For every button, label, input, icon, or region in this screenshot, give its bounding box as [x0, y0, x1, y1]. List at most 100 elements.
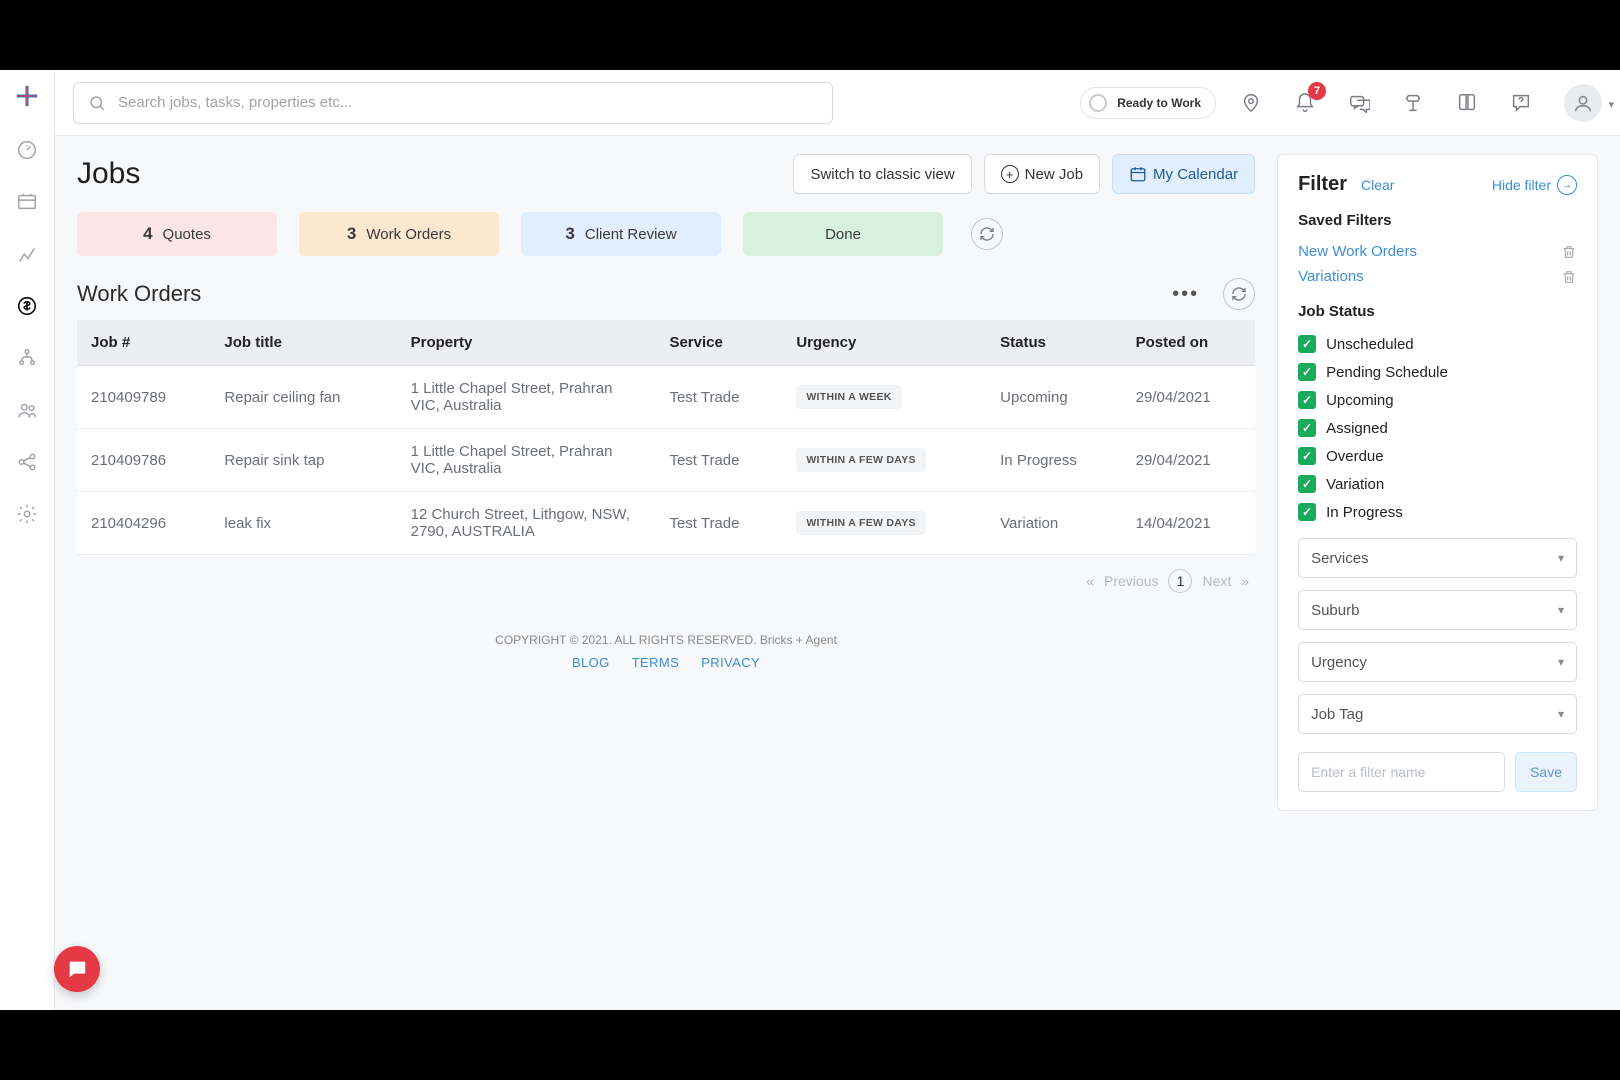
- cell-job-title: leak fix: [210, 492, 396, 555]
- saved-filters-heading: Saved Filters: [1298, 212, 1577, 229]
- status-checkbox-row[interactable]: ✓Upcoming: [1298, 386, 1577, 414]
- col-job-no[interactable]: Job #: [77, 320, 210, 366]
- tabs: 4Quotes 3Work Orders 3Client Review Done: [77, 212, 1255, 256]
- checkbox-checked-icon: ✓: [1298, 475, 1316, 493]
- cell-property: 1 Little Chapel Street, Prahran VIC, Aus…: [397, 366, 656, 429]
- urgency-dropdown[interactable]: Urgency▾: [1298, 642, 1577, 682]
- knowledge-icon[interactable]: [1448, 84, 1486, 122]
- save-filter-button[interactable]: Save: [1515, 752, 1577, 792]
- tab-work-orders[interactable]: 3Work Orders: [299, 212, 499, 256]
- avatar-icon: [1564, 84, 1602, 122]
- footer-copyright: COPYRIGHT © 2021. ALL RIGHTS RESERVED. B…: [77, 633, 1255, 647]
- pager-next[interactable]: Next: [1202, 573, 1231, 589]
- delete-filter-button[interactable]: [1561, 269, 1577, 285]
- nav-org-icon[interactable]: [15, 346, 39, 370]
- switch-classic-button[interactable]: Switch to classic view: [793, 154, 971, 194]
- col-urgency[interactable]: Urgency: [782, 320, 986, 366]
- pager-first[interactable]: «: [1086, 573, 1094, 589]
- app-logo: [13, 82, 41, 110]
- status-checkbox-row[interactable]: ✓Assigned: [1298, 414, 1577, 442]
- messages-icon[interactable]: [1340, 84, 1378, 122]
- location-icon[interactable]: [1232, 84, 1270, 122]
- hide-filter-link[interactable]: Hide filter →: [1492, 175, 1577, 195]
- cell-job-title: Repair ceiling fan: [210, 366, 396, 429]
- status-label: In Progress: [1326, 504, 1403, 521]
- table-row[interactable]: 210404296leak fix12 Church Street, Lithg…: [77, 492, 1255, 555]
- cell-job-no: 210409786: [77, 429, 210, 492]
- tab-done[interactable]: Done: [743, 212, 943, 256]
- cell-job-no: 210409789: [77, 366, 210, 429]
- chevron-down-icon: ▾: [1608, 98, 1614, 111]
- status-checkbox-row[interactable]: ✓ In Progress: [1298, 498, 1577, 526]
- pager-last[interactable]: »: [1241, 573, 1249, 589]
- ready-to-work-toggle[interactable]: Ready to Work: [1080, 87, 1216, 119]
- pager-page-1[interactable]: 1: [1168, 569, 1192, 593]
- arrow-right-icon: →: [1557, 175, 1577, 195]
- footer-privacy-link[interactable]: PRIVACY: [701, 655, 760, 670]
- filter-clear-link[interactable]: Clear: [1361, 177, 1394, 193]
- chevron-down-icon: ▾: [1558, 655, 1564, 669]
- refresh-table-button[interactable]: [1223, 278, 1255, 310]
- nav-dashboard-icon[interactable]: [15, 138, 39, 162]
- col-job-title[interactable]: Job title: [210, 320, 396, 366]
- nav-contacts-icon[interactable]: [15, 398, 39, 422]
- checkbox-checked-icon: ✓: [1298, 503, 1316, 521]
- cell-posted: 14/04/2021: [1122, 492, 1255, 555]
- footer: COPYRIGHT © 2021. ALL RIGHTS RESERVED. B…: [77, 607, 1255, 688]
- status-checkbox-row[interactable]: ✓Pending Schedule: [1298, 358, 1577, 386]
- nav-jobs-icon[interactable]: [15, 190, 39, 214]
- nav-reports-icon[interactable]: [15, 242, 39, 266]
- status-checkbox-row[interactable]: ✓ Variation: [1298, 470, 1577, 498]
- col-posted[interactable]: Posted on: [1122, 320, 1255, 366]
- jobs-table: Job # Job title Property Service Urgency…: [77, 320, 1255, 555]
- services-dropdown[interactable]: Services▾: [1298, 538, 1577, 578]
- saved-filter-link[interactable]: New Work Orders: [1298, 243, 1417, 260]
- search-box[interactable]: [73, 82, 833, 124]
- chevron-down-icon: ▾: [1558, 707, 1564, 721]
- table-row[interactable]: 210409786Repair sink tap1 Little Chapel …: [77, 429, 1255, 492]
- cell-service: Test Trade: [655, 429, 782, 492]
- nav-settings-icon[interactable]: [15, 502, 39, 526]
- delete-filter-button[interactable]: [1561, 244, 1577, 260]
- chevron-down-icon: ▾: [1558, 551, 1564, 565]
- tab-client-review[interactable]: 3Client Review: [521, 212, 721, 256]
- status-checkbox-row[interactable]: ✓Overdue: [1298, 442, 1577, 470]
- col-service[interactable]: Service: [655, 320, 782, 366]
- checkbox-checked-icon: ✓: [1298, 447, 1316, 465]
- help-icon[interactable]: [1502, 84, 1540, 122]
- more-options-button[interactable]: •••: [1172, 283, 1199, 306]
- refresh-tabs-button[interactable]: [971, 218, 1003, 250]
- status-checkbox-row[interactable]: ✓Unscheduled: [1298, 330, 1577, 358]
- status-dot-icon: [1089, 94, 1107, 112]
- status-label: Variation: [1326, 476, 1384, 493]
- filter-name-input[interactable]: [1298, 752, 1505, 792]
- my-calendar-button[interactable]: My Calendar: [1112, 154, 1255, 194]
- tab-quotes[interactable]: 4Quotes: [77, 212, 277, 256]
- chat-widget[interactable]: [54, 946, 100, 992]
- jobtag-dropdown[interactable]: Job Tag▾: [1298, 694, 1577, 734]
- col-status[interactable]: Status: [986, 320, 1121, 366]
- pager-prev[interactable]: Previous: [1104, 573, 1158, 589]
- footer-terms-link[interactable]: TERMS: [632, 655, 680, 670]
- cell-job-title: Repair sink tap: [210, 429, 396, 492]
- checkbox-checked-icon: ✓: [1298, 335, 1316, 353]
- chat-icon: [66, 958, 88, 980]
- cell-posted: 29/04/2021: [1122, 366, 1255, 429]
- col-property[interactable]: Property: [397, 320, 656, 366]
- suburb-dropdown[interactable]: Suburb▾: [1298, 590, 1577, 630]
- nav-finance-icon[interactable]: [15, 294, 39, 318]
- filter-panel: Filter Clear Hide filter → Saved Filters…: [1277, 154, 1598, 811]
- search-input[interactable]: [118, 94, 818, 111]
- milestone-icon[interactable]: [1394, 84, 1432, 122]
- saved-filter-link[interactable]: Variations: [1298, 268, 1364, 285]
- cell-status: Upcoming: [986, 366, 1121, 429]
- new-job-button[interactable]: +New Job: [984, 154, 1100, 194]
- nav-share-icon[interactable]: [15, 450, 39, 474]
- sidebar: [0, 70, 55, 1010]
- notifications-icon[interactable]: 7: [1286, 84, 1324, 122]
- footer-blog-link[interactable]: BLOG: [572, 655, 610, 670]
- table-row[interactable]: 210409789Repair ceiling fan1 Little Chap…: [77, 366, 1255, 429]
- cell-service: Test Trade: [655, 492, 782, 555]
- job-status-heading: Job Status: [1298, 303, 1577, 320]
- user-menu[interactable]: ▾: [1564, 84, 1602, 122]
